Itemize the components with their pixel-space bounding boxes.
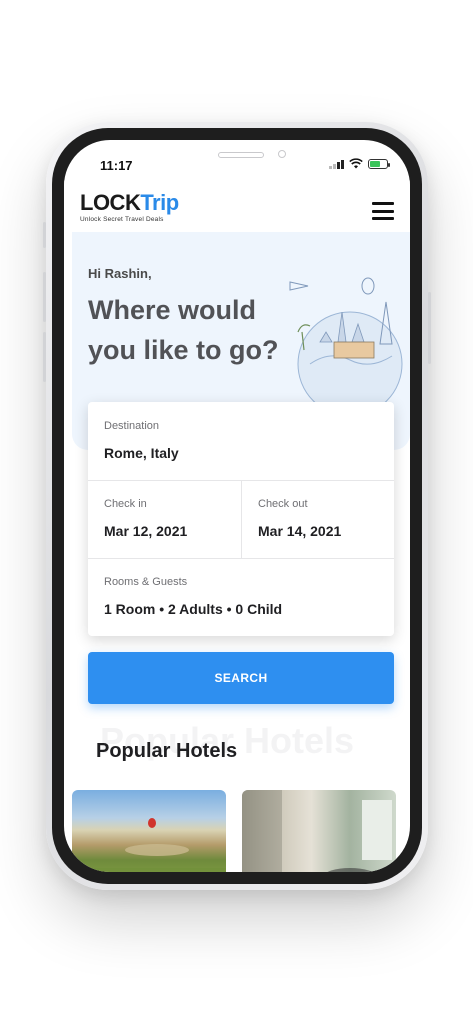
hotel-card[interactable] — [242, 790, 396, 872]
search-button[interactable]: SEARCH — [88, 652, 394, 704]
logo-trip-text: Trip — [140, 190, 179, 215]
logo-tagline: Unlock Secret Travel Deals — [80, 216, 164, 223]
hotel-photo — [72, 818, 226, 872]
wifi-icon — [349, 158, 363, 169]
app-screen: 11:17 LOCKTrip Unlock Secret Travel Deal… — [64, 140, 410, 872]
status-bar: 11:17 — [64, 140, 410, 180]
rooms-guests-field[interactable]: Rooms & Guests 1 Room • 2 Adults • 0 Chi… — [104, 576, 374, 617]
phone-bezel: 11:17 LOCKTrip Unlock Secret Travel Deal… — [52, 128, 422, 884]
signal-icon — [329, 159, 344, 169]
check-out-label: Check out — [258, 498, 308, 510]
check-in-label: Check in — [104, 498, 147, 510]
hotel-photo — [242, 790, 392, 872]
popular-hotels-title: Popular Hotels — [96, 740, 238, 762]
search-card: Destination Rome, Italy Check in Mar 12,… — [88, 402, 394, 636]
front-camera — [278, 150, 286, 158]
power-button — [428, 292, 431, 364]
app-header: LOCKTrip Unlock Secret Travel Deals — [64, 180, 410, 232]
hero-headline: Where would you like to go? — [88, 295, 279, 365]
check-out-value: Mar 14, 2021 — [258, 523, 342, 539]
logo-lock-text: LOCK — [80, 190, 141, 215]
volume-down-button — [43, 332, 46, 382]
mute-button — [43, 222, 46, 248]
phone-frame: 11:17 LOCKTrip Unlock Secret Travel Deal… — [43, 122, 431, 890]
speaker-grille — [218, 152, 264, 158]
volume-up-button — [43, 272, 46, 322]
menu-icon[interactable] — [372, 202, 394, 220]
stage: 11:17 LOCKTrip Unlock Secret Travel Deal… — [0, 0, 473, 1024]
destination-label: Destination — [104, 420, 160, 432]
locktrip-logo[interactable]: LOCKTrip Unlock Secret Travel Deals — [80, 190, 179, 224]
destination-value: Rome, Italy — [104, 445, 179, 461]
travel-illustration — [289, 277, 403, 402]
hotel-card[interactable] — [72, 790, 226, 872]
divider — [88, 558, 394, 559]
divider — [241, 480, 242, 558]
greeting: Hi Rashin, — [88, 266, 152, 281]
check-in-value: Mar 12, 2021 — [104, 523, 188, 539]
status-icons — [329, 158, 390, 169]
destination-field[interactable]: Destination Rome, Italy — [104, 420, 374, 461]
rooms-guests-value: 1 Room • 2 Adults • 0 Child — [104, 601, 283, 617]
rooms-guests-label: Rooms & Guests — [104, 576, 188, 588]
check-out-field[interactable]: Check out Mar 14, 2021 — [258, 498, 388, 539]
check-in-field[interactable]: Check in Mar 12, 2021 — [104, 498, 234, 539]
battery-icon — [368, 158, 390, 169]
status-time: 11:17 — [100, 158, 133, 173]
